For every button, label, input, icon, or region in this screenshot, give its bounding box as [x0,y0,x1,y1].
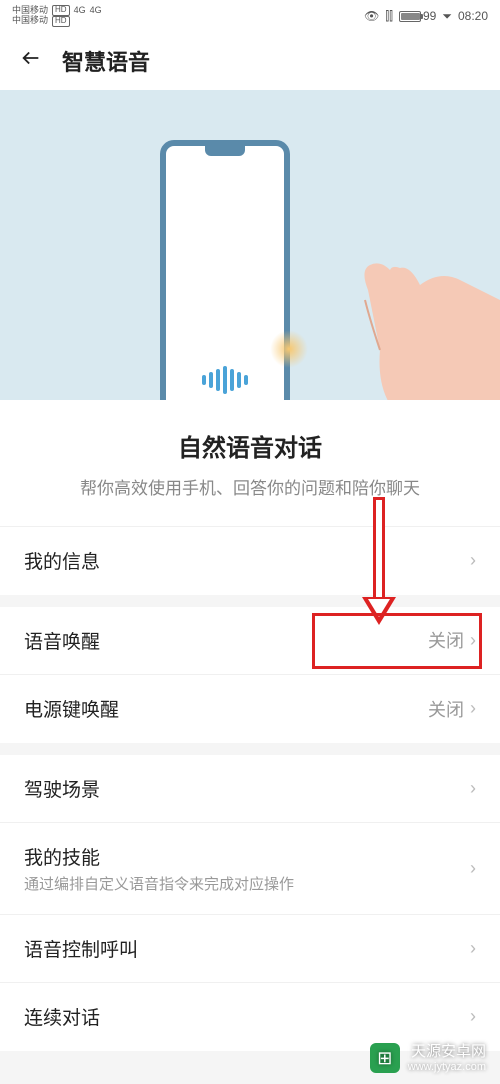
settings-group-3: 驾驶场景 › 我的技能 通过编排自定义语音指令来完成对应操作 › 语音控制呼叫 … [0,755,500,1051]
row-voice-call-control[interactable]: 语音控制呼叫 › [0,915,500,983]
row-label: 语音控制呼叫 [24,935,470,962]
vibrate-icon: ⫿⫿ [385,9,393,24]
watermark-url: www.jytyaz.com [408,1061,486,1074]
chevron-right-icon: › [470,1006,476,1027]
row-value: 关闭 [428,627,464,653]
battery-pct: 99 [423,9,436,23]
hero-desc: 帮你高效使用手机、回答你的问题和陪你聊天 [30,477,470,502]
chevron-right-icon: › [470,698,476,719]
row-label: 我的技能 [24,843,470,870]
row-sub: 通过编排自定义语音指令来完成对应操作 [24,873,470,894]
carrier-2: 中国移动 [12,16,48,26]
hero-text-block: 自然语音对话 帮你高效使用手机、回答你的问题和陪你聊天 [0,400,500,526]
row-label: 连续对话 [24,1003,470,1030]
alarm-icon: ⏷ [442,9,452,24]
watermark-name: 天源安卓网 [408,1043,486,1061]
status-right: 👁 ⫿⫿ 99 ⏷ 08:20 [364,9,488,24]
page-header: 智慧语音 [0,32,500,90]
row-label: 驾驶场景 [24,775,470,802]
status-left: 中国移动 HD 4G 4G 中国移动 HD [12,5,102,27]
row-label: 语音唤醒 [24,627,428,654]
row-power-wake[interactable]: 电源键唤醒 关闭 › [0,675,500,743]
hero-title: 自然语音对话 [30,428,470,463]
settings-group-1: 我的信息 › [0,526,500,595]
row-label: 电源键唤醒 [24,695,428,722]
back-button[interactable] [20,47,42,76]
phone-illustration [160,140,290,400]
row-my-info[interactable]: 我的信息 › [0,527,500,595]
hd-badge-2: HD [52,16,70,27]
voice-wave-icon [202,366,248,394]
net-1: 4G [74,6,86,16]
net-2: 4G [90,6,102,16]
chevron-right-icon: › [470,630,476,651]
page-title: 智慧语音 [62,45,150,77]
chevron-right-icon: › [470,938,476,959]
row-label: 我的信息 [24,547,470,574]
status-bar: 中国移动 HD 4G 4G 中国移动 HD 👁 ⫿⫿ 99 ⏷ 08:20 [0,0,500,32]
hand-illustration [320,230,500,400]
clock: 08:20 [458,9,488,23]
row-continuous-dialog[interactable]: 连续对话 › [0,983,500,1051]
hd-badge-1: HD [52,5,70,16]
watermark: ⊞ 天源安卓网 www.jytyaz.com [370,1043,486,1074]
row-my-skills[interactable]: 我的技能 通过编排自定义语音指令来完成对应操作 › [0,823,500,915]
row-value: 关闭 [428,696,464,722]
touch-glow-icon [270,330,308,368]
row-voice-wake[interactable]: 语音唤醒 关闭 › [0,607,500,675]
eye-comfort-icon: 👁 [364,9,379,23]
battery-indicator: 99 [399,9,436,23]
settings-group-2: 语音唤醒 关闭 › 电源键唤醒 关闭 › [0,607,500,743]
chevron-right-icon: › [470,778,476,799]
row-driving[interactable]: 驾驶场景 › [0,755,500,823]
watermark-logo-icon: ⊞ [370,1043,400,1073]
hero-illustration [0,90,500,400]
chevron-right-icon: › [470,550,476,571]
chevron-right-icon: › [470,858,476,879]
